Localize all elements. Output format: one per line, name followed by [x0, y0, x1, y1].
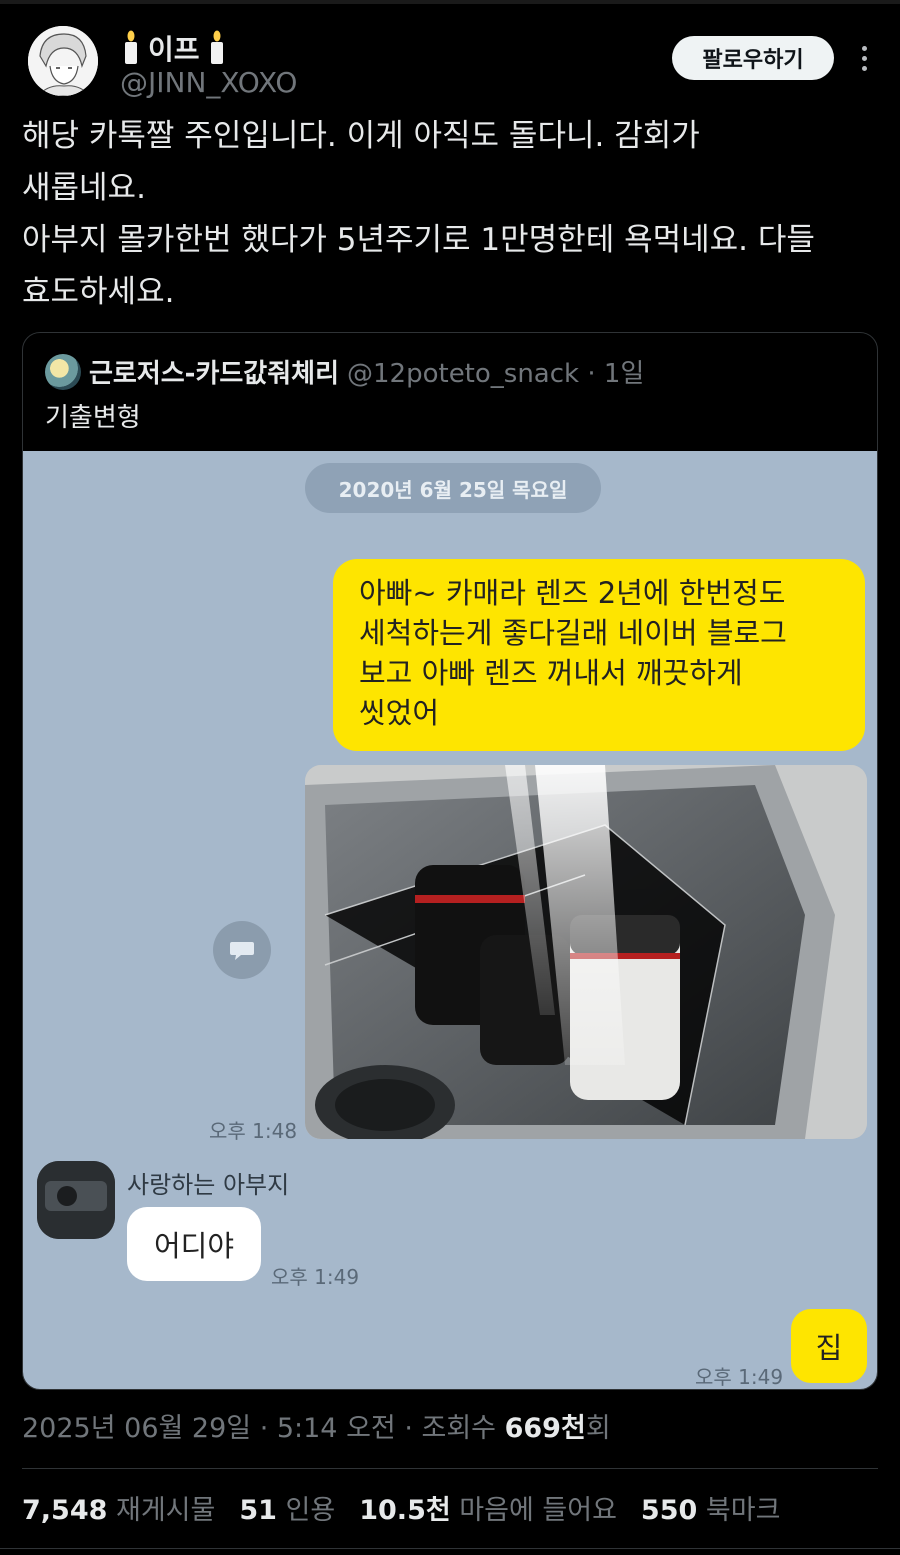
author-handle[interactable]: @JINN_XOXO [120, 66, 297, 99]
tweet-meta: 2025년 06월 29일 · 5:14 오전 · 조회수 669천회 [22, 1406, 611, 1445]
author-avatar[interactable] [28, 26, 98, 96]
more-options-icon[interactable] [852, 40, 876, 76]
candle-icon [206, 30, 228, 66]
quoted-author-name: 근로저스-카드값줘체리 [89, 359, 339, 389]
tweet-views-suffix: 회 [585, 1413, 611, 1444]
quoted-tweet-image[interactable]: 2020년 6월 25일 목요일 아빠~ 카매라 렌즈 2년에 한번정도 세척하… [23, 451, 877, 1389]
chat-date-pill: 2020년 6월 25일 목요일 [305, 463, 601, 513]
quotes-label: 인용 [285, 1495, 336, 1526]
quoted-author-handle-time: @12poteto_snack · 1일 [347, 359, 645, 389]
share-bubble-icon [213, 921, 271, 979]
candle-icon [120, 30, 142, 66]
bookmarks-count: 550 [640, 1495, 698, 1526]
bottom-divider [0, 1548, 900, 1549]
bookmarks-stat[interactable]: 550 북마크 [641, 1488, 781, 1527]
reposts-label: 재게시물 [116, 1495, 216, 1526]
chat-reply-time: 오후 1:49 [695, 1365, 784, 1389]
reposts-stat[interactable]: 7,548 재게시물 [22, 1488, 215, 1527]
chat-friend-name: 사랑하는 아부지 [127, 1171, 290, 1199]
quotes-stat[interactable]: 51 인용 [239, 1488, 335, 1527]
tweet-text: 해당 카톡짤 주인입니다. 이게 아직도 돌다니. 감회가 새롭네요. 아부지 … [22, 118, 815, 310]
chat-my-message: 아빠~ 카매라 렌즈 2년에 한번정도 세척하는게 좋다길래 네이버 블로그 보… [333, 559, 865, 751]
author-name-row[interactable]: 이프 [120, 28, 228, 68]
chat-friend-message: 어디야 [127, 1207, 261, 1281]
meta-divider [22, 1468, 878, 1469]
quoted-author-avatar [45, 353, 81, 390]
tweet-datetime[interactable]: 2025년 06월 29일 · 5:14 오전 · 조회수 [22, 1413, 505, 1444]
tweet-stats: 7,548 재게시물 51 인용 10.5천 마음에 들어요 550 북마크 [22, 1488, 780, 1527]
author-display-name: 이프 [148, 33, 200, 66]
quotes-count: 51 [239, 1495, 277, 1526]
quoted-tweet-header: 근로저스-카드값줘체리 @12poteto_snack · 1일 [45, 353, 644, 390]
bookmarks-label: 북마크 [705, 1495, 781, 1526]
likes-count: 10.5천 [359, 1495, 451, 1526]
chat-reply-message: 집 [791, 1309, 867, 1383]
top-divider [0, 0, 900, 4]
likes-label: 마음에 들어요 [459, 1495, 617, 1526]
chat-photo-lens-sink [305, 765, 867, 1139]
quoted-tweet-card[interactable]: 근로저스-카드값줘체리 @12poteto_snack · 1일 기출변형 20… [22, 332, 878, 1390]
chat-photo-time: 오후 1:48 [209, 1119, 298, 1143]
tweet-views-count: 669천 [504, 1413, 586, 1444]
quoted-tweet-text: 기출변형 [45, 403, 141, 433]
follow-button[interactable]: 팔로우하기 [672, 36, 834, 80]
likes-stat[interactable]: 10.5천 마음에 들어요 [359, 1488, 617, 1527]
chat-friend-time: 오후 1:49 [271, 1265, 360, 1289]
reposts-count: 7,548 [22, 1495, 108, 1526]
friend-avatar [37, 1161, 115, 1239]
